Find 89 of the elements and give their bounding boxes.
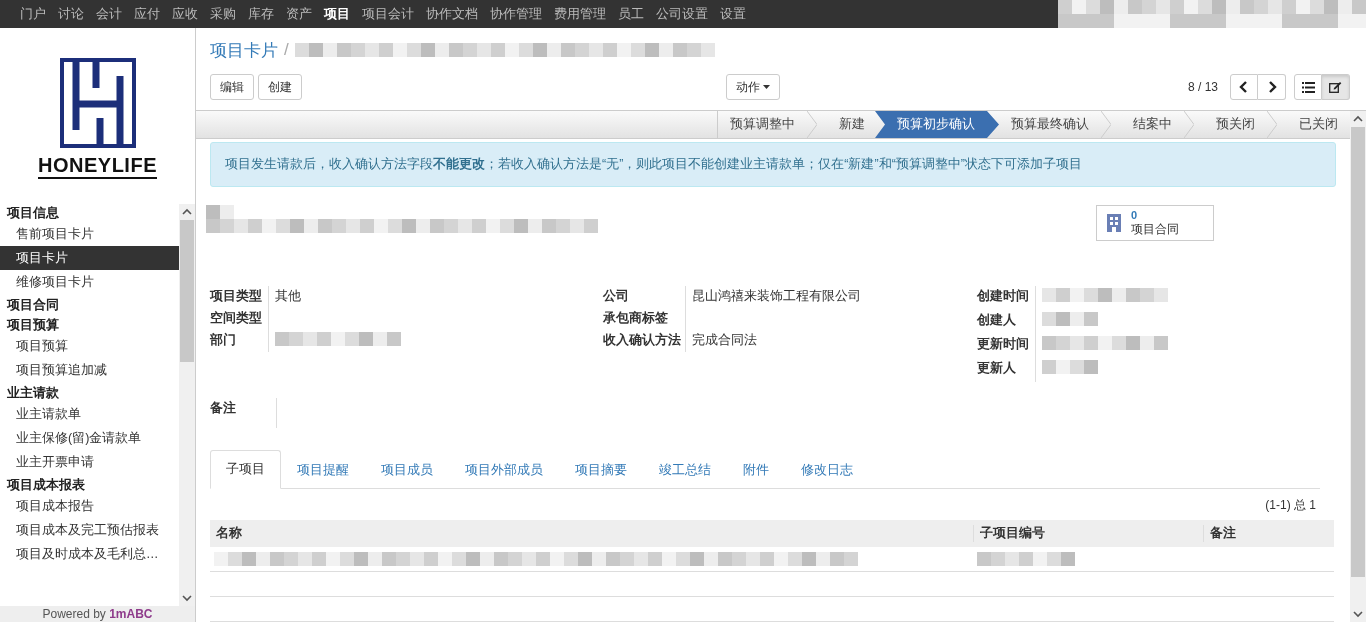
tab[interactable]: 竣工总结 <box>643 450 727 489</box>
powered-by-text: Powered by 1mABC <box>0 606 195 622</box>
column-header: 备注 <box>1203 525 1334 542</box>
top-menu-item[interactable]: 公司设置 <box>650 5 714 23</box>
field-label: 更新时间 <box>977 336 1030 353</box>
top-menu-item[interactable]: 库存 <box>242 5 280 23</box>
sidebar-section-title: 项目合同 <box>5 296 60 314</box>
field-label: 备注 <box>210 400 237 417</box>
scrollbar-thumb[interactable] <box>180 220 194 362</box>
top-menu-item[interactable]: 费用管理 <box>548 5 612 23</box>
field-label: 部门 <box>210 332 237 349</box>
sidebar-item[interactable]: 业主保修(留)金请款单 <box>0 426 179 450</box>
pixelated-text <box>1042 360 1098 374</box>
toolbar-button[interactable]: 创建 <box>258 74 302 100</box>
action-dropdown[interactable]: 动作 <box>726 74 780 100</box>
top-menu-item[interactable]: 采购 <box>204 5 242 23</box>
breadcrumb-separator: / <box>284 40 289 60</box>
chevron-right-icon <box>1266 81 1277 93</box>
top-menu-item[interactable]: 应付 <box>128 5 166 23</box>
top-menu-item[interactable]: 协作文档 <box>420 5 484 23</box>
edit-icon <box>1329 81 1342 93</box>
tab[interactable]: 附件 <box>727 450 785 489</box>
field-label: 公司 <box>603 288 630 305</box>
field-label: 承包商标签 <box>603 310 669 327</box>
top-menu-item[interactable]: 项目会计 <box>356 5 420 23</box>
top-menu-item[interactable]: 协作管理 <box>484 5 548 23</box>
top-menu-item[interactable]: 资产 <box>280 5 318 23</box>
sidebar-item[interactable]: 项目成本报告 <box>0 494 179 518</box>
sidebar-section-title: 业主请款 <box>6 384 60 402</box>
next-button[interactable] <box>1258 74 1286 100</box>
list-view-icon <box>1301 81 1315 93</box>
status-stage[interactable]: 已关闭 <box>1277 111 1350 138</box>
field-label: 空间类型 <box>210 310 263 327</box>
sidebar-item[interactable]: 项目成本及完工预估报表 <box>0 518 179 542</box>
pixelated-text <box>1042 312 1098 326</box>
tab[interactable]: 项目成员 <box>365 450 449 489</box>
field-label: 创建人 <box>977 312 1017 329</box>
top-menu-item[interactable]: 讨论 <box>52 5 90 23</box>
caret-icon <box>763 85 770 89</box>
field-value: 昆山鸿禧来装饰工程有限公司 <box>685 286 977 308</box>
field-value: 其他 <box>268 286 603 308</box>
tab[interactable]: 修改日志 <box>785 450 869 489</box>
status-stage[interactable]: 预算初步确认 <box>875 111 999 138</box>
top-menu-item[interactable]: 应收 <box>166 5 204 23</box>
status-stage[interactable]: 预算调整中 <box>717 111 807 138</box>
tab[interactable]: 项目摘要 <box>559 450 643 489</box>
status-stage[interactable]: 新建 <box>817 111 877 138</box>
record-pager: 8 / 13 <box>1187 80 1218 94</box>
sidebar-item[interactable]: 项目卡片 <box>0 246 179 270</box>
tab[interactable]: 项目提醒 <box>281 450 365 489</box>
building-icon <box>1105 213 1123 233</box>
tab[interactable]: 项目外部成员 <box>449 450 559 489</box>
top-menu-item[interactable]: 门户 <box>14 5 52 23</box>
field-label: 更新人 <box>977 360 1017 377</box>
sidebar-section-title: 项目预算 <box>5 316 60 334</box>
view-switch-button[interactable] <box>1322 74 1350 100</box>
top-menu-item[interactable]: 员工 <box>612 5 650 23</box>
column-header: 名称 <box>215 525 243 542</box>
tab[interactable]: 子项目 <box>210 450 281 489</box>
view-switch-button[interactable] <box>1294 74 1322 100</box>
logo-icon <box>59 57 136 148</box>
field-label: 收入确认方法 <box>603 331 682 349</box>
sidebar-section-title: 项目成本报表 <box>5 476 86 494</box>
sidebar-item[interactable]: 业主请款单 <box>0 402 179 426</box>
field-label: 创建时间 <box>977 288 1030 305</box>
field-label: 项目类型 <box>210 288 263 305</box>
scrollbar-thumb[interactable] <box>1351 127 1365 577</box>
top-menu-item[interactable]: 设置 <box>714 5 752 23</box>
top-menu-item[interactable]: 会计 <box>90 5 128 23</box>
column-header: 子项目编号 <box>973 525 1203 542</box>
sidebar-item[interactable]: 项目预算 <box>0 334 179 358</box>
sidebar-item[interactable]: 维修项目卡片 <box>0 270 179 294</box>
breadcrumb-link[interactable]: 项目卡片 <box>210 38 278 62</box>
list-pager: (1-1) 总 1 <box>1264 497 1317 514</box>
previous-button[interactable] <box>1230 74 1258 100</box>
toolbar-button[interactable]: 编辑 <box>210 74 254 100</box>
chevron-left-icon <box>1239 81 1249 93</box>
top-menu-item[interactable]: 项目 <box>318 5 356 23</box>
sidebar-item[interactable]: 售前项目卡片 <box>0 222 179 246</box>
field-value: 完成合同法 <box>685 330 977 352</box>
info-alert: 项目发生请款后，收入确认方法字段不能更改；若收入确认方法是“无”，则此项目不能创建业主请款单；仅在“新建”和“预算调整中”状态下可添加子项目 <box>210 142 1336 187</box>
contracts-smart-button[interactable]: 0 项目合同 <box>1096 205 1214 241</box>
logo-wordmark: HONEYLIFE <box>38 153 157 179</box>
status-stage[interactable]: 预关闭 <box>1194 111 1267 138</box>
sidebar-section-title: 项目信息 <box>5 204 60 222</box>
sidebar-item[interactable]: 项目及时成本及毛利总… <box>0 542 179 566</box>
status-stage[interactable]: 结案中 <box>1111 111 1184 138</box>
sidebar-item[interactable]: 业主开票申请 <box>0 450 179 474</box>
sidebar-item[interactable]: 项目预算追加减 <box>0 358 179 382</box>
